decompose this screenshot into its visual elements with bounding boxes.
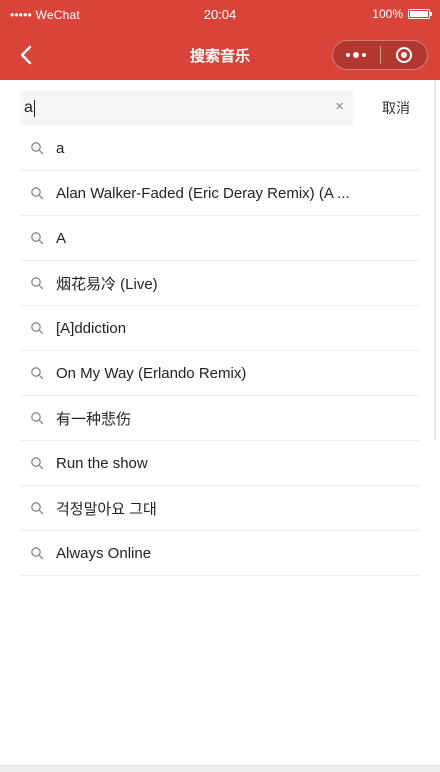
suggestion-text: a xyxy=(56,139,65,157)
battery-indicator: 100% xyxy=(372,7,432,21)
search-icon xyxy=(31,547,44,560)
status-bar: ••••• WeChat 20:04 100% xyxy=(0,0,440,30)
close-button[interactable] xyxy=(381,41,428,69)
suggestion-item[interactable]: a xyxy=(20,126,420,171)
search-icon xyxy=(31,187,44,200)
search-input[interactable] xyxy=(24,90,314,126)
suggestion-item[interactable]: On My Way (Erlando Remix) xyxy=(20,351,420,396)
battery-percent: 100% xyxy=(372,7,403,21)
search-icon xyxy=(31,277,44,290)
text-caret xyxy=(34,100,35,117)
nav-bar: 搜索音乐 xyxy=(0,30,440,80)
suggestion-item[interactable]: Always Online xyxy=(20,531,420,576)
clear-button[interactable]: × xyxy=(335,98,344,115)
more-dots-icon xyxy=(346,52,367,58)
suggestion-text: A xyxy=(56,229,67,247)
battery-icon xyxy=(408,9,432,19)
search-row: × 取消 xyxy=(0,80,440,128)
suggestion-item[interactable]: Run the show xyxy=(20,441,420,486)
search-icon xyxy=(31,502,44,515)
search-icon xyxy=(31,142,44,155)
search-icon xyxy=(31,412,44,425)
search-icon xyxy=(31,322,44,335)
suggestion-text: On My Way (Erlando Remix) xyxy=(56,364,247,382)
suggestion-text: Alan Walker-Faded (Eric Deray Remix) (A … xyxy=(56,184,350,202)
cancel-button[interactable]: 取消 xyxy=(382,98,410,118)
suggestion-item[interactable]: 걱정말아요 그대 xyxy=(20,486,420,531)
suggestion-list: a Alan Walker-Faded (Eric Deray Remix) (… xyxy=(20,126,420,576)
suggestion-text: [A]ddiction xyxy=(56,319,127,337)
suggestion-text: Run the show xyxy=(56,454,148,472)
suggestion-item[interactable]: 有一种悲伤 xyxy=(20,396,420,441)
more-button[interactable] xyxy=(333,41,380,69)
suggestion-text: 有一种悲伤 xyxy=(56,410,132,428)
suggestion-text: 烟花易冷 (Live) xyxy=(56,275,158,293)
suggestion-item[interactable]: Alan Walker-Faded (Eric Deray Remix) (A … xyxy=(20,171,420,216)
search-icon xyxy=(31,367,44,380)
suggestion-item[interactable]: [A]ddiction xyxy=(20,306,420,351)
bottom-divider xyxy=(0,765,440,772)
suggestion-item[interactable]: 烟花易冷 (Live) xyxy=(20,261,420,306)
scrollbar[interactable] xyxy=(434,80,436,440)
target-icon xyxy=(395,47,412,63)
search-box: × xyxy=(20,90,354,126)
suggestion-item[interactable]: A xyxy=(20,216,420,261)
search-icon xyxy=(31,457,44,470)
suggestion-text: Always Online xyxy=(56,544,152,562)
suggestion-text: 걱정말아요 그대 xyxy=(56,500,157,518)
mini-program-capsule xyxy=(332,40,428,70)
search-icon xyxy=(31,232,44,245)
